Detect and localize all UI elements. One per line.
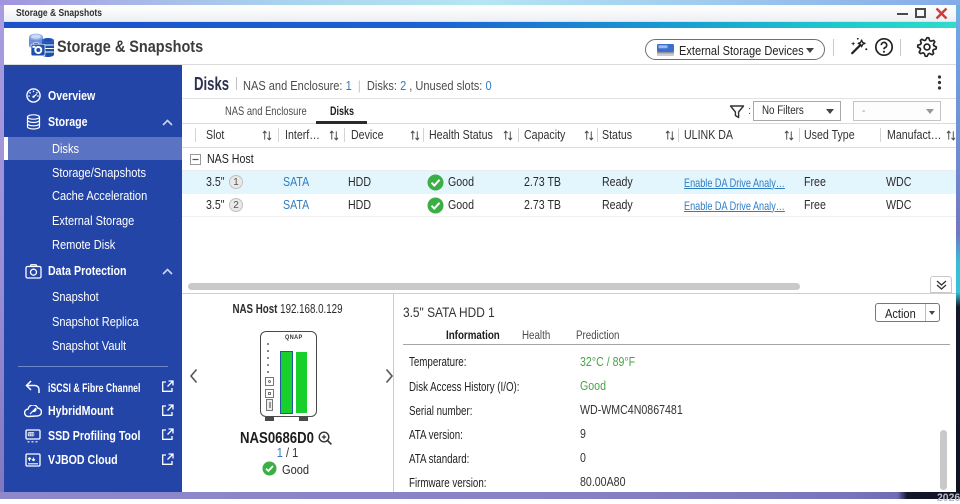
svg-text:SSD: SSD <box>28 433 36 437</box>
